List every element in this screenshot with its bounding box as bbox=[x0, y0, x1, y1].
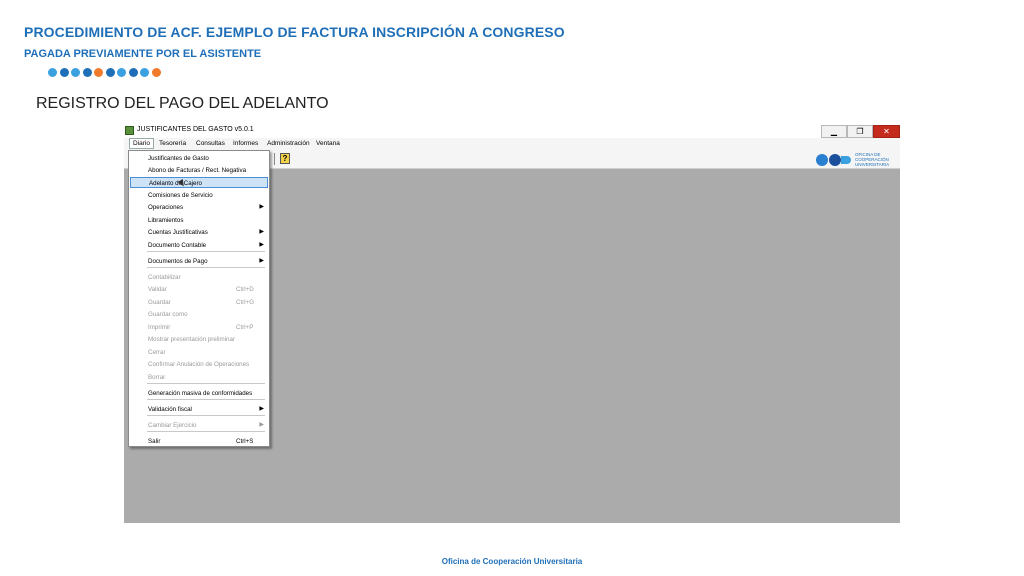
menu-separator bbox=[147, 399, 265, 400]
menu-item-label: Documentos de Pago bbox=[148, 258, 208, 265]
menu-item[interactable]: Justificantes de Gasto bbox=[130, 153, 268, 164]
menu-bar: Diario Tesorería Consultas Informes Admi… bbox=[124, 138, 900, 150]
menu-item-label: Guardar bbox=[148, 299, 171, 306]
dot bbox=[140, 68, 149, 77]
menu-item[interactable]: Documentos de Pago ▶ bbox=[130, 256, 268, 267]
logo-mark-icon bbox=[816, 153, 852, 166]
section-heading: REGISTRO DEL PAGO DEL ADELANTO bbox=[36, 95, 329, 112]
menu-item-shortcut: Ctrl+S bbox=[236, 438, 254, 445]
menu-item: Imprimir Ctrl+P bbox=[130, 322, 268, 333]
menu-consultas[interactable]: Consultas bbox=[196, 140, 225, 147]
menu-item-label: Comisiones de Servicio bbox=[148, 192, 213, 199]
menu-item[interactable]: Cuentas Justificativas ▶ bbox=[130, 227, 268, 238]
dot bbox=[94, 68, 103, 77]
menu-item-shortcut: Ctrl+D bbox=[236, 286, 254, 293]
menu-item: Borrar bbox=[130, 372, 268, 383]
submenu-arrow-icon: ▶ bbox=[259, 422, 264, 428]
dot bbox=[105, 68, 115, 77]
menu-item-label: Adelanto de Cajero bbox=[149, 180, 202, 187]
dot bbox=[128, 68, 138, 77]
menu-item: Contabilizar bbox=[130, 272, 268, 283]
menu-item-label: Mostrar presentación preliminar bbox=[148, 336, 236, 343]
menu-item-label: Imprimir bbox=[148, 324, 171, 331]
menu-item[interactable]: Comisiones de Servicio bbox=[130, 190, 268, 201]
toolbar-separator bbox=[274, 153, 275, 165]
menu-item[interactable]: Operaciones ▶ bbox=[130, 202, 268, 213]
menu-item[interactable]: Adelanto de Cajero bbox=[130, 177, 268, 189]
submenu-arrow-icon: ▶ bbox=[259, 406, 264, 412]
menu-item: Guardar como bbox=[130, 309, 268, 320]
menu-separator bbox=[147, 251, 265, 252]
menu-item[interactable]: Abono de Facturas / Rect. Negativa bbox=[130, 165, 268, 176]
menu-item-label: Salir bbox=[148, 438, 161, 445]
menu-item: Validar Ctrl+D bbox=[130, 284, 268, 295]
menu-administracion[interactable]: Administración bbox=[267, 140, 310, 147]
menu-item-label: Generación masiva de conformidades bbox=[148, 390, 253, 397]
menu-item: Cerrar bbox=[130, 347, 268, 358]
minimize-button[interactable]: ▁ bbox=[821, 125, 847, 138]
menu-item-label: Guardar como bbox=[148, 311, 188, 318]
dot bbox=[82, 68, 92, 77]
menu-item-label: Confirmar Anulación de Operaciones bbox=[148, 361, 250, 368]
menu-item-label: Cuentas Justificativas bbox=[148, 229, 208, 236]
logo-text: OFICINA DE COOPERACIÓN UNIVERSITARIA bbox=[855, 152, 890, 167]
menu-item-label: Abono de Facturas / Rect. Negativa bbox=[148, 167, 247, 174]
menu-item-label: Validación fiscal bbox=[148, 406, 192, 413]
menu-item: Mostrar presentación preliminar bbox=[130, 334, 268, 345]
decorative-dots bbox=[48, 68, 161, 77]
menu-separator bbox=[147, 431, 265, 432]
menu-diario[interactable]: Diario bbox=[129, 138, 154, 149]
menu-separator bbox=[147, 415, 265, 416]
logo: OFICINA DE COOPERACIÓN UNIVERSITARIA bbox=[816, 152, 889, 167]
dot bbox=[117, 68, 126, 77]
menu-separator bbox=[147, 383, 265, 384]
submenu-arrow-icon: ▶ bbox=[259, 204, 264, 210]
dot bbox=[151, 68, 161, 77]
restore-button[interactable]: ❐ bbox=[847, 125, 873, 138]
submenu-arrow-icon: ▶ bbox=[259, 242, 264, 248]
menu-item-label: Validar bbox=[148, 286, 167, 293]
slide-subtitle: PAGADA PREVIAMENTE POR EL ASISTENTE bbox=[24, 48, 262, 60]
menu-item[interactable]: Libramientos bbox=[130, 215, 268, 226]
application-window: JUSTIFICANTES DEL GASTO v5.0.1 ▁ ❐ ✕ Dia… bbox=[124, 125, 900, 523]
menu-ventana[interactable]: Ventana bbox=[316, 140, 340, 147]
menu-item-label: Cerrar bbox=[148, 349, 166, 356]
menu-item-label: Contabilizar bbox=[148, 274, 181, 281]
slide-title: PROCEDIMIENTO DE ACF. EJEMPLO DE FACTURA… bbox=[24, 24, 565, 40]
menu-separator bbox=[147, 267, 265, 268]
submenu-arrow-icon: ▶ bbox=[259, 258, 264, 264]
menu-informes[interactable]: Informes bbox=[233, 140, 258, 147]
menu-item[interactable]: Documento Contable ▶ bbox=[130, 240, 268, 251]
menu-item: Cambiar Ejercicio ▶ bbox=[130, 420, 268, 431]
window-titlebar: JUSTIFICANTES DEL GASTO v5.0.1 ▁ ❐ ✕ bbox=[124, 125, 900, 139]
menu-item[interactable]: Generación masiva de conformidades bbox=[130, 388, 268, 399]
diario-dropdown-menu: Justificantes de Gasto Abono de Facturas … bbox=[128, 150, 270, 447]
menu-item-label: Cambiar Ejercicio bbox=[148, 422, 197, 429]
footer-text: Oficina de Cooperación Universitaria bbox=[441, 557, 583, 566]
menu-item-label: Operaciones bbox=[148, 204, 184, 211]
menu-item-label: Borrar bbox=[148, 374, 166, 381]
menu-item-shortcut: Ctrl+G bbox=[236, 299, 255, 306]
close-button[interactable]: ✕ bbox=[873, 125, 900, 138]
dot bbox=[71, 68, 80, 77]
dot bbox=[48, 68, 57, 77]
app-icon bbox=[125, 126, 134, 135]
help-icon[interactable]: ? bbox=[280, 153, 290, 164]
dot bbox=[59, 68, 69, 77]
window-title: JUSTIFICANTES DEL GASTO v5.0.1 bbox=[137, 126, 254, 133]
menu-item: Guardar Ctrl+G bbox=[130, 297, 268, 308]
submenu-arrow-icon: ▶ bbox=[259, 229, 264, 235]
menu-item-label: Documento Contable bbox=[148, 242, 207, 249]
menu-item[interactable]: Salir Ctrl+S bbox=[130, 436, 268, 447]
menu-item-label: Libramientos bbox=[148, 217, 184, 224]
menu-tesoreria[interactable]: Tesorería bbox=[159, 140, 186, 147]
menu-item-shortcut: Ctrl+P bbox=[236, 324, 254, 331]
menu-item: Confirmar Anulación de Operaciones bbox=[130, 359, 268, 370]
menu-item-label: Justificantes de Gasto bbox=[148, 155, 209, 162]
menu-item[interactable]: Validación fiscal ▶ bbox=[130, 404, 268, 415]
